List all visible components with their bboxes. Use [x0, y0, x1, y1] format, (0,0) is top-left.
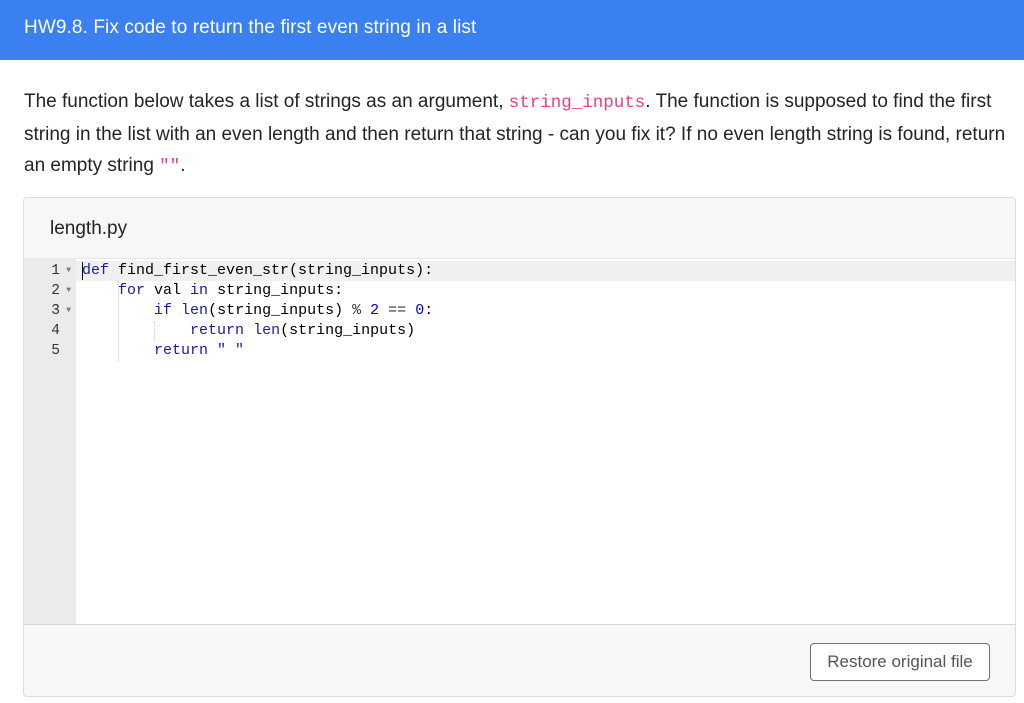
triangle-down-icon[interactable]: ▼	[66, 261, 71, 281]
question-prompt: The function below takes a list of strin…	[24, 86, 1009, 183]
code-token: for	[118, 282, 146, 299]
code-token: (string_inputs)	[208, 302, 353, 319]
code-line[interactable]: if len(string_inputs) % 2 == 0:	[82, 301, 433, 321]
code-token: 2	[370, 302, 380, 319]
code-token: %	[352, 302, 362, 319]
file-name: length.py	[50, 218, 128, 239]
triangle-down-icon[interactable]: ▼	[66, 301, 71, 321]
code-line[interactable]: return " "	[82, 341, 244, 361]
question-title: HW9.8. Fix code to return the first even…	[24, 17, 477, 38]
triangle-down-icon[interactable]: ▼	[66, 281, 71, 301]
file-editor-card: length.py 1 ▼ 2 ▼ 3 ▼ 4 5 def find_first_even_st…	[23, 197, 1016, 697]
code-token: if	[154, 302, 173, 319]
line-number: 5	[24, 341, 76, 361]
code-token: len	[253, 322, 281, 339]
code-token: def	[82, 262, 110, 279]
prompt-text-3: .	[180, 155, 186, 176]
code-line[interactable]: return len(string_inputs)	[82, 321, 415, 341]
code-token: string_inputs:	[208, 282, 344, 299]
code-token: (string_inputs)	[280, 322, 416, 339]
code-token: in	[190, 282, 209, 299]
code-line[interactable]: for val in string_inputs:	[82, 281, 343, 301]
line-number: 4	[24, 321, 76, 341]
line-number-text: 4	[51, 323, 60, 339]
code-token: find_first_even_str(string_inputs):	[109, 262, 434, 279]
code-token: val	[145, 282, 191, 299]
code-token: 0	[415, 302, 425, 319]
line-number: 3 ▼	[24, 301, 76, 321]
prompt-text-1: The function below takes a list of strin…	[24, 91, 509, 112]
line-number-text: 5	[51, 343, 60, 359]
line-number-text: 1	[51, 263, 60, 279]
line-number: 1 ▼	[24, 261, 76, 281]
code-token: :	[424, 302, 434, 319]
code-editor[interactable]: 1 ▼ 2 ▼ 3 ▼ 4 5 def find_first_even_str(string_i…	[24, 258, 1015, 625]
indent-guide	[154, 321, 155, 341]
indent-guide	[118, 281, 119, 361]
question-header: HW9.8. Fix code to return the first even…	[0, 0, 1024, 60]
restore-original-button[interactable]: Restore original file	[810, 643, 990, 681]
code-token: return	[154, 342, 209, 359]
line-number-text: 3	[51, 303, 60, 319]
prompt-code-var: string_inputs	[508, 93, 646, 113]
code-line[interactable]: def find_first_even_str(string_inputs):	[82, 261, 433, 281]
line-number-text: 2	[51, 283, 60, 299]
code-token: len	[181, 302, 209, 319]
text-cursor	[82, 262, 83, 280]
line-number: 2 ▼	[24, 281, 76, 301]
code-token: " "	[217, 342, 245, 359]
prompt-code-empty: ""	[159, 157, 181, 177]
code-token: return	[190, 322, 245, 339]
code-token: ==	[388, 302, 407, 319]
